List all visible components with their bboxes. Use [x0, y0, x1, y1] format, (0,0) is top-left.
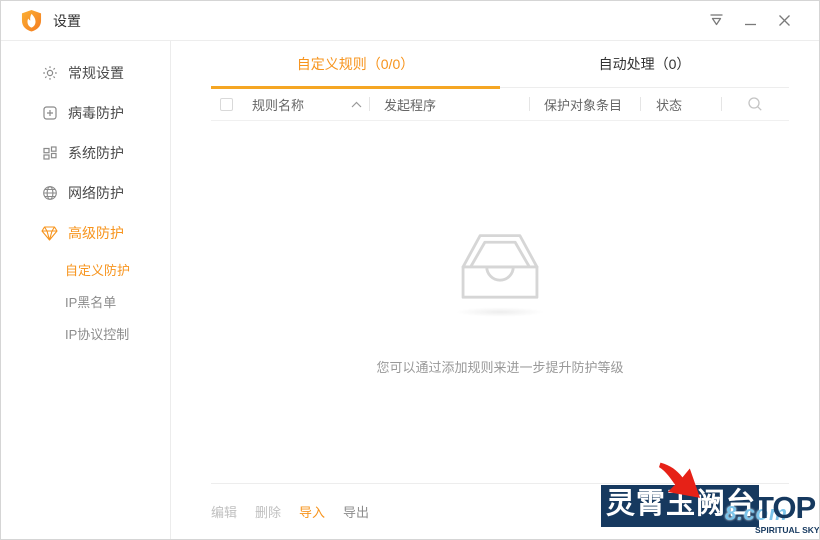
window-controls — [699, 7, 801, 35]
delete-button[interactable]: 删除 — [255, 502, 281, 521]
import-button[interactable]: 导入 — [299, 502, 325, 521]
sidebar: 常规设置 病毒防护 系统防护 网络防护 高级防护 自定义防护 IP黑名单 IP协… — [1, 41, 171, 539]
sidebar-item-label: 系统防护 — [68, 145, 124, 161]
column-checkbox — [211, 97, 252, 111]
menu-icon — [710, 14, 722, 26]
minimize-button[interactable] — [733, 7, 767, 35]
column-protected-objects[interactable]: 保护对象条目 — [533, 95, 637, 114]
close-button[interactable] — [767, 7, 801, 35]
column-divider — [529, 97, 530, 111]
empty-icon-shadow — [454, 306, 546, 317]
sidebar-item-advanced-protection[interactable]: 高级防护 — [1, 213, 170, 253]
empty-inbox-icon — [461, 233, 539, 299]
sort-asc-icon[interactable] — [351, 101, 362, 108]
tab-bar: 自定义规则（0/0） 自动处理（0） — [211, 41, 789, 89]
square-plus-icon — [41, 105, 58, 122]
window-title: 设置 — [53, 12, 81, 29]
column-rule-name[interactable]: 规则名称 — [252, 95, 366, 114]
column-header-label: 状态 — [656, 97, 683, 113]
sidebar-item-label: 病毒防护 — [68, 105, 124, 121]
search-button[interactable] — [725, 96, 789, 112]
sidebar-item-label: 常规设置 — [68, 65, 124, 81]
settings-window: 设置 常规设置 病毒防护 系统防护 网络防护 高级防护 自定义防护 IP黑名单 … — [0, 0, 820, 540]
column-header-label: 规则名称 — [252, 97, 305, 113]
minimize-icon — [744, 23, 756, 26]
grid-icon — [41, 145, 58, 162]
app-body: 常规设置 病毒防护 系统防护 网络防护 高级防护 自定义防护 IP黑名单 IP协… — [1, 41, 819, 539]
export-button[interactable]: 导出 — [343, 502, 369, 521]
column-status[interactable]: 状态 — [644, 95, 718, 114]
footer-action-bar: 编辑 删除 导入 导出 — [211, 483, 789, 539]
sidebar-subitem-label: IP黑名单 — [65, 294, 117, 310]
edit-button[interactable]: 编辑 — [211, 502, 237, 521]
sidebar-item-system-protection[interactable]: 系统防护 — [1, 133, 170, 173]
search-icon — [748, 97, 762, 111]
tab-label: 自动处理（0） — [598, 56, 691, 72]
tab-custom-rules[interactable]: 自定义规则（0/0） — [211, 41, 500, 89]
sidebar-item-label: 高级防护 — [68, 225, 124, 241]
sidebar-subitem-label: IP协议控制 — [65, 326, 130, 342]
close-icon — [778, 15, 790, 26]
column-header-label: 发起程序 — [384, 97, 437, 113]
titlebar: 设置 — [1, 1, 819, 41]
main-content: 自定义规则（0/0） 自动处理（0） 规则名称 发起程序 保护对象条目 状态 您… — [171, 41, 819, 539]
sidebar-subitem-custom-protection[interactable]: 自定义防护 — [1, 253, 170, 285]
sidebar-item-label: 网络防护 — [68, 185, 124, 201]
column-divider — [721, 97, 722, 111]
sidebar-item-virus-protection[interactable]: 病毒防护 — [1, 93, 170, 133]
column-divider — [369, 97, 370, 111]
column-divider — [640, 97, 641, 111]
empty-state-message: 您可以通过添加规则来进一步提升防护等级 — [376, 359, 624, 375]
main-menu-button[interactable] — [699, 7, 733, 35]
tab-label: 自定义规则（0/0） — [296, 56, 415, 72]
select-all-checkbox[interactable] — [220, 97, 233, 111]
table-header: 规则名称 发起程序 保护对象条目 状态 — [211, 88, 789, 121]
sidebar-subitem-ip-protocol-control[interactable]: IP协议控制 — [1, 317, 170, 349]
app-logo-icon — [21, 10, 42, 32]
column-header-label: 保护对象条目 — [544, 97, 623, 113]
empty-state: 您可以通过添加规则来进一步提升防护等级 — [211, 121, 789, 483]
diamond-icon — [41, 225, 58, 242]
sidebar-item-network-protection[interactable]: 网络防护 — [1, 173, 170, 213]
sidebar-item-general-settings[interactable]: 常规设置 — [1, 53, 170, 93]
tab-auto-processing[interactable]: 自动处理（0） — [500, 41, 789, 87]
column-initiating-program[interactable]: 发起程序 — [373, 95, 526, 114]
globe-icon — [41, 185, 58, 202]
sidebar-subitem-ip-blacklist[interactable]: IP黑名单 — [1, 285, 170, 317]
gear-icon — [41, 65, 58, 82]
sidebar-subitem-label: 自定义防护 — [65, 262, 131, 278]
